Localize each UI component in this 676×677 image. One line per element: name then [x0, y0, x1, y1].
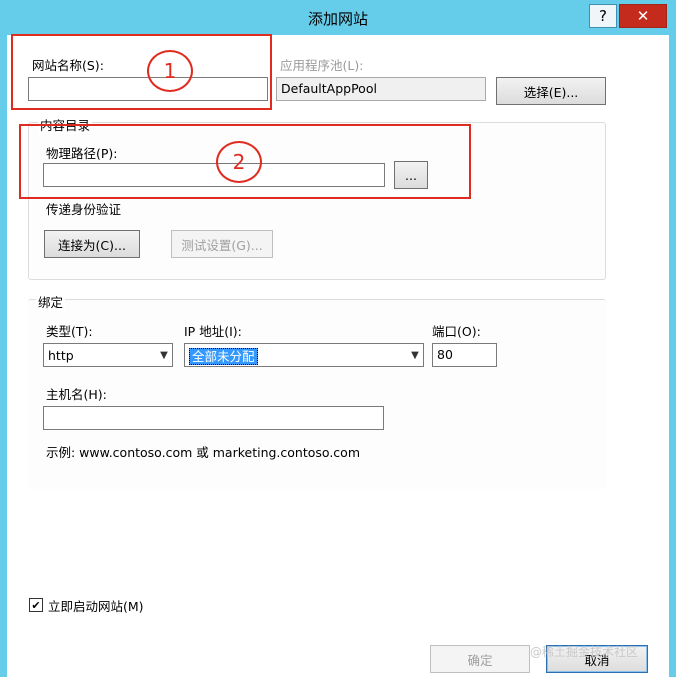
port-label: 端口(O):	[432, 324, 481, 339]
start-site-label: 立即启动网站(M)	[48, 599, 144, 614]
watermark: @稀土掘金技术社区	[530, 645, 639, 659]
app-pool-field: DefaultAppPool	[276, 77, 486, 101]
close-button[interactable]: ✕	[619, 4, 667, 28]
window-title: 添加网站	[307, 10, 368, 28]
binding-type-select[interactable]: http ▼	[43, 343, 173, 367]
annotation-marker-1: 1	[147, 50, 193, 92]
select-app-pool-button[interactable]: 选择(E)...	[496, 77, 606, 105]
test-settings-button: 测试设置(G)...	[171, 230, 273, 258]
binding-type-value: http	[48, 347, 74, 363]
app-pool-label: 应用程序池(L):	[280, 58, 364, 73]
hostname-example-text: 示例: www.contoso.com 或 marketing.contoso.…	[46, 445, 360, 460]
chevron-down-icon: ▼	[160, 349, 168, 361]
help-icon: ?	[599, 7, 607, 25]
ip-address-value: 全部未分配	[189, 347, 258, 365]
ip-address-select[interactable]: 全部未分配 ▼	[184, 343, 424, 367]
close-icon: ✕	[636, 7, 650, 25]
annotation-marker-2: 2	[216, 141, 262, 183]
annotation-box-1	[11, 34, 272, 110]
connect-as-button[interactable]: 连接为(C)...	[44, 230, 140, 258]
hostname-input[interactable]	[43, 406, 384, 430]
chevron-down-icon: ▼	[411, 349, 419, 361]
checkmark-icon: ✔	[31, 598, 41, 612]
start-site-checkbox[interactable]: ✔	[29, 598, 43, 612]
hostname-label: 主机名(H):	[46, 387, 107, 402]
binding-type-label: 类型(T):	[46, 324, 93, 339]
binding-label: 绑定	[36, 292, 66, 311]
pass-through-auth-label: 传递身份验证	[46, 202, 122, 217]
port-input[interactable]: 80	[432, 343, 497, 367]
ok-button: 确定	[430, 645, 530, 673]
help-button[interactable]: ?	[589, 4, 617, 28]
ip-address-label: IP 地址(I):	[184, 324, 242, 339]
